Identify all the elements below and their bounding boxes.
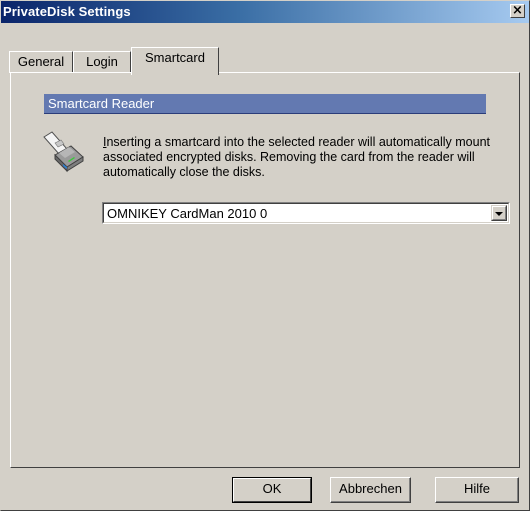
close-icon: × bbox=[512, 3, 523, 18]
smartcard-description: Inserting a smartcard into the selected … bbox=[103, 135, 503, 180]
cancel-button-label: Abbrechen bbox=[339, 481, 402, 496]
help-button[interactable]: Hilfe bbox=[435, 477, 519, 503]
tab-login[interactable]: Login bbox=[73, 51, 131, 73]
smartcard-tab-panel: Smartcard Reader Inserting a smartcard i… bbox=[10, 72, 520, 468]
ok-button[interactable]: OK bbox=[232, 477, 312, 503]
help-button-label: Hilfe bbox=[463, 481, 490, 496]
tab-smartcard-label: Smartcard bbox=[145, 50, 205, 65]
ok-button-label: OK bbox=[262, 481, 282, 496]
tab-general-label: General bbox=[17, 54, 65, 69]
reader-select-value: OMNIKEY CardMan 2010 0 bbox=[107, 206, 268, 221]
cancel-button[interactable]: Abbrechen bbox=[330, 477, 411, 503]
tab-login-label: Login bbox=[86, 54, 118, 69]
chevron-down-icon bbox=[495, 212, 503, 216]
title-bar[interactable]: PrivateDisk Settings × bbox=[1, 1, 529, 23]
section-header-smartcard-reader: Smartcard Reader bbox=[44, 94, 486, 114]
window-title: PrivateDisk Settings bbox=[3, 4, 131, 19]
close-button[interactable]: × bbox=[510, 4, 525, 18]
settings-dialog: PrivateDisk Settings × General Login Sma… bbox=[0, 0, 530, 511]
tab-smartcard[interactable]: Smartcard bbox=[131, 47, 219, 75]
description-text: nserting a smartcard into the selected r… bbox=[103, 135, 490, 179]
reader-select[interactable]: OMNIKEY CardMan 2010 0 bbox=[102, 202, 510, 224]
section-title: Smartcard Reader bbox=[48, 96, 155, 111]
smartcard-reader-icon bbox=[43, 131, 84, 173]
reader-dropdown-button[interactable] bbox=[491, 205, 507, 221]
tab-general[interactable]: General bbox=[9, 51, 73, 73]
